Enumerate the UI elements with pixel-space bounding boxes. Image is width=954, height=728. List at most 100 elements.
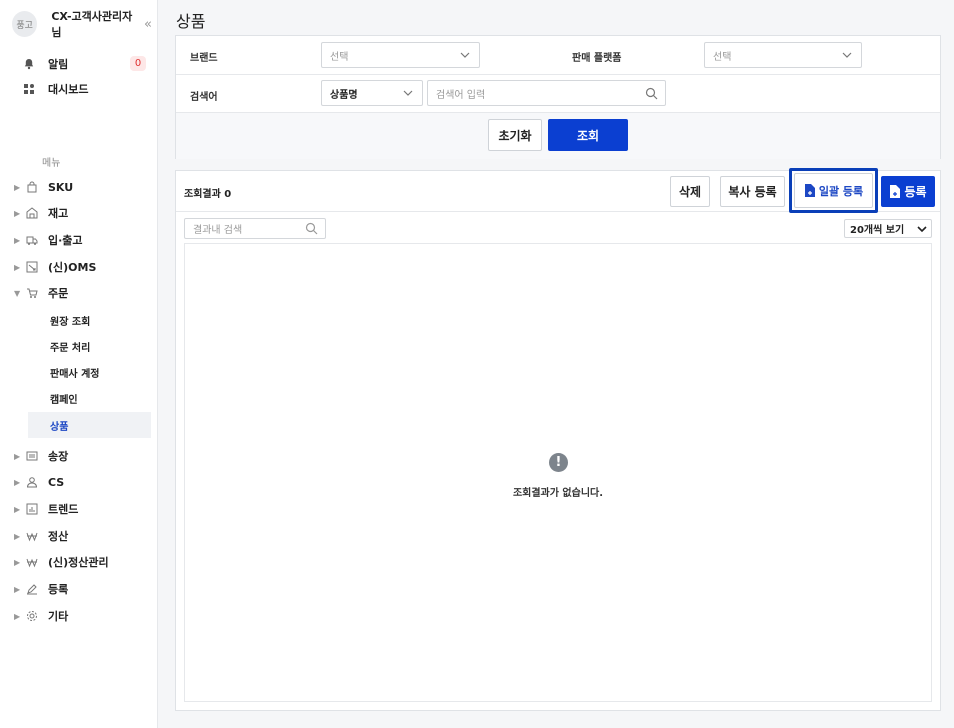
sidebar-item-new-oms[interactable]: ▶ (신)OMS [14, 256, 152, 278]
keyword-input[interactable]: 검색어 입력 [427, 80, 666, 106]
search-icon[interactable] [645, 87, 658, 100]
expand-arrow-icon: ▶ [14, 557, 21, 567]
sidebar-subitem-products[interactable]: 상품 [28, 412, 151, 438]
exclamation-icon: ! [549, 453, 568, 472]
delete-button[interactable]: 삭제 [670, 176, 710, 207]
bulk-register-button[interactable]: 일괄 등록 [789, 168, 878, 213]
reset-button[interactable]: 초기화 [488, 119, 542, 151]
sidebar-item-notifications[interactable]: 알림 0 [22, 55, 148, 73]
expand-arrow-icon: ▶ [14, 611, 21, 621]
keyword-type-value: 상품명 [330, 89, 358, 101]
avatar[interactable]: 풍고 [12, 11, 38, 37]
keyword-input-placeholder: 검색어 입력 [436, 89, 486, 101]
sidebar-item-label: (신)OMS [48, 261, 97, 274]
search-icon[interactable] [305, 222, 318, 235]
user-name[interactable]: CX-고객사관리자님 [51, 8, 140, 40]
page-size-select[interactable]: 20개씩 보기 [844, 219, 932, 238]
dashboard-icon [22, 82, 36, 96]
truck-icon [24, 232, 40, 248]
cart-icon [24, 285, 40, 301]
filter-row-brand-platform: 브랜드 선택 판매 플랫폼 선택 [176, 36, 940, 75]
expand-arrow-icon: ▶ [14, 504, 21, 514]
brand-label: 브랜드 [190, 53, 218, 64]
sidebar-item-orders[interactable]: ▼ 주문 [14, 282, 152, 304]
sidebar-item-label: 송장 [48, 450, 69, 463]
keyword-label: 검색어 [190, 92, 218, 103]
in-result-search-placeholder: 결과내 검색 [193, 225, 243, 236]
filter-actions: 초기화 조회 [176, 113, 940, 159]
in-result-search-input[interactable]: 결과내 검색 [184, 218, 326, 239]
menu-caption: 메뉴 [42, 158, 61, 169]
sidebar-item-label: 입·출고 [48, 234, 83, 247]
sidebar-item-etc[interactable]: ▶ 기타 [14, 605, 152, 627]
sidebar-header: 풍고 CX-고객사관리자님 « [12, 8, 152, 40]
user-icon [24, 474, 40, 490]
sidebar-item-label: 기타 [48, 610, 69, 623]
notification-count-badge: 0 [130, 56, 146, 71]
register-label: 등록 [904, 185, 927, 199]
expand-arrow-icon: ▶ [14, 584, 21, 594]
sidebar-item-label: 등록 [48, 583, 69, 596]
bar-chart-icon [24, 501, 40, 517]
bag-icon [24, 179, 40, 195]
sidebar-item-label: 재고 [48, 207, 69, 220]
search-button[interactable]: 조회 [548, 119, 628, 151]
sidebar-item-cs[interactable]: ▶ CS [14, 471, 152, 493]
chevron-down-icon [917, 226, 927, 233]
document-add-icon [890, 185, 901, 198]
sidebar-subitem-seller-account[interactable]: 판매사 계정 [28, 359, 151, 385]
results-grid: ! 조회결과가 없습니다. [184, 243, 932, 702]
sidebar-item-label: 트렌드 [48, 503, 79, 516]
collapse-sidebar-icon[interactable]: « [144, 17, 152, 32]
filter-row-keyword: 검색어 상품명 검색어 입력 [176, 75, 940, 113]
pencil-icon [24, 581, 40, 597]
warehouse-icon [24, 205, 40, 221]
chevron-down-icon [403, 90, 413, 96]
brand-select[interactable]: 선택 [321, 42, 480, 68]
sidebar-item-sku[interactable]: ▶ SKU [14, 176, 152, 198]
gear-icon [24, 608, 40, 624]
copy-register-button[interactable]: 복사 등록 [720, 176, 785, 207]
sidebar-item-register[interactable]: ▶ 등록 [14, 578, 152, 600]
sidebar-item-trend[interactable]: ▶ 트렌드 [14, 498, 152, 520]
empty-message: 조회결과가 없습니다. [512, 488, 604, 499]
filter-panel: 브랜드 선택 판매 플랫폼 선택 검색어 상품명 검색어 입력 초기화 조회 [175, 35, 941, 159]
invoice-icon [24, 448, 40, 464]
bulk-register-label: 일괄 등록 [818, 184, 864, 198]
sidebar-item-settlement[interactable]: ▶ 정산 [14, 525, 152, 547]
sidebar-item-new-settlement[interactable]: ▶ (신)정산관리 [14, 551, 152, 573]
sidebar-item-invoice[interactable]: ▶ 송장 [14, 445, 152, 467]
expand-arrow-icon: ▶ [14, 531, 21, 541]
sidebar-subitem-campaign[interactable]: 캠페인 [28, 385, 151, 411]
sidebar-item-inventory[interactable]: ▶ 재고 [14, 202, 152, 224]
platform-select[interactable]: 선택 [704, 42, 862, 68]
result-count: 조회결과 0 [184, 189, 232, 200]
expand-arrow-icon: ▶ [14, 182, 21, 192]
brand-select-value: 선택 [330, 51, 349, 63]
sidebar-item-label: 주문 [48, 287, 69, 300]
page-title: 상품 [176, 12, 206, 31]
expand-arrow-icon: ▶ [14, 262, 21, 272]
sidebar-item-label: CS [48, 475, 65, 489]
page-size-value: 20개씩 보기 [850, 225, 905, 236]
chevron-down-icon [460, 52, 470, 58]
collapse-arrow-icon: ▼ [14, 288, 21, 298]
sidebar-item-inbound-outbound[interactable]: ▶ 입·출고 [14, 229, 152, 251]
sidebar-subitem-ledger[interactable]: 원장 조회 [28, 307, 151, 333]
results-panel: 조회결과 0 삭제 복사 등록 일괄 등록 등록 결과내 검색 20개씩 보기 … [175, 168, 941, 711]
sidebar-item-label: 정산 [48, 530, 69, 543]
keyword-type-select[interactable]: 상품명 [321, 80, 423, 106]
bell-icon [22, 57, 36, 71]
sidebar-item-label: 대시보드 [48, 83, 89, 96]
won-icon [24, 554, 40, 570]
transfer-icon [24, 259, 40, 275]
expand-arrow-icon: ▶ [14, 208, 21, 218]
sidebar-item-label: 알림 [48, 58, 69, 71]
register-button[interactable]: 등록 [881, 176, 935, 207]
sidebar-item-dashboard[interactable]: 대시보드 [22, 80, 148, 98]
document-add-icon [804, 184, 815, 197]
platform-select-value: 선택 [713, 51, 732, 63]
won-icon [24, 528, 40, 544]
expand-arrow-icon: ▶ [14, 477, 21, 487]
sidebar-subitem-order-processing[interactable]: 주문 처리 [28, 333, 151, 359]
